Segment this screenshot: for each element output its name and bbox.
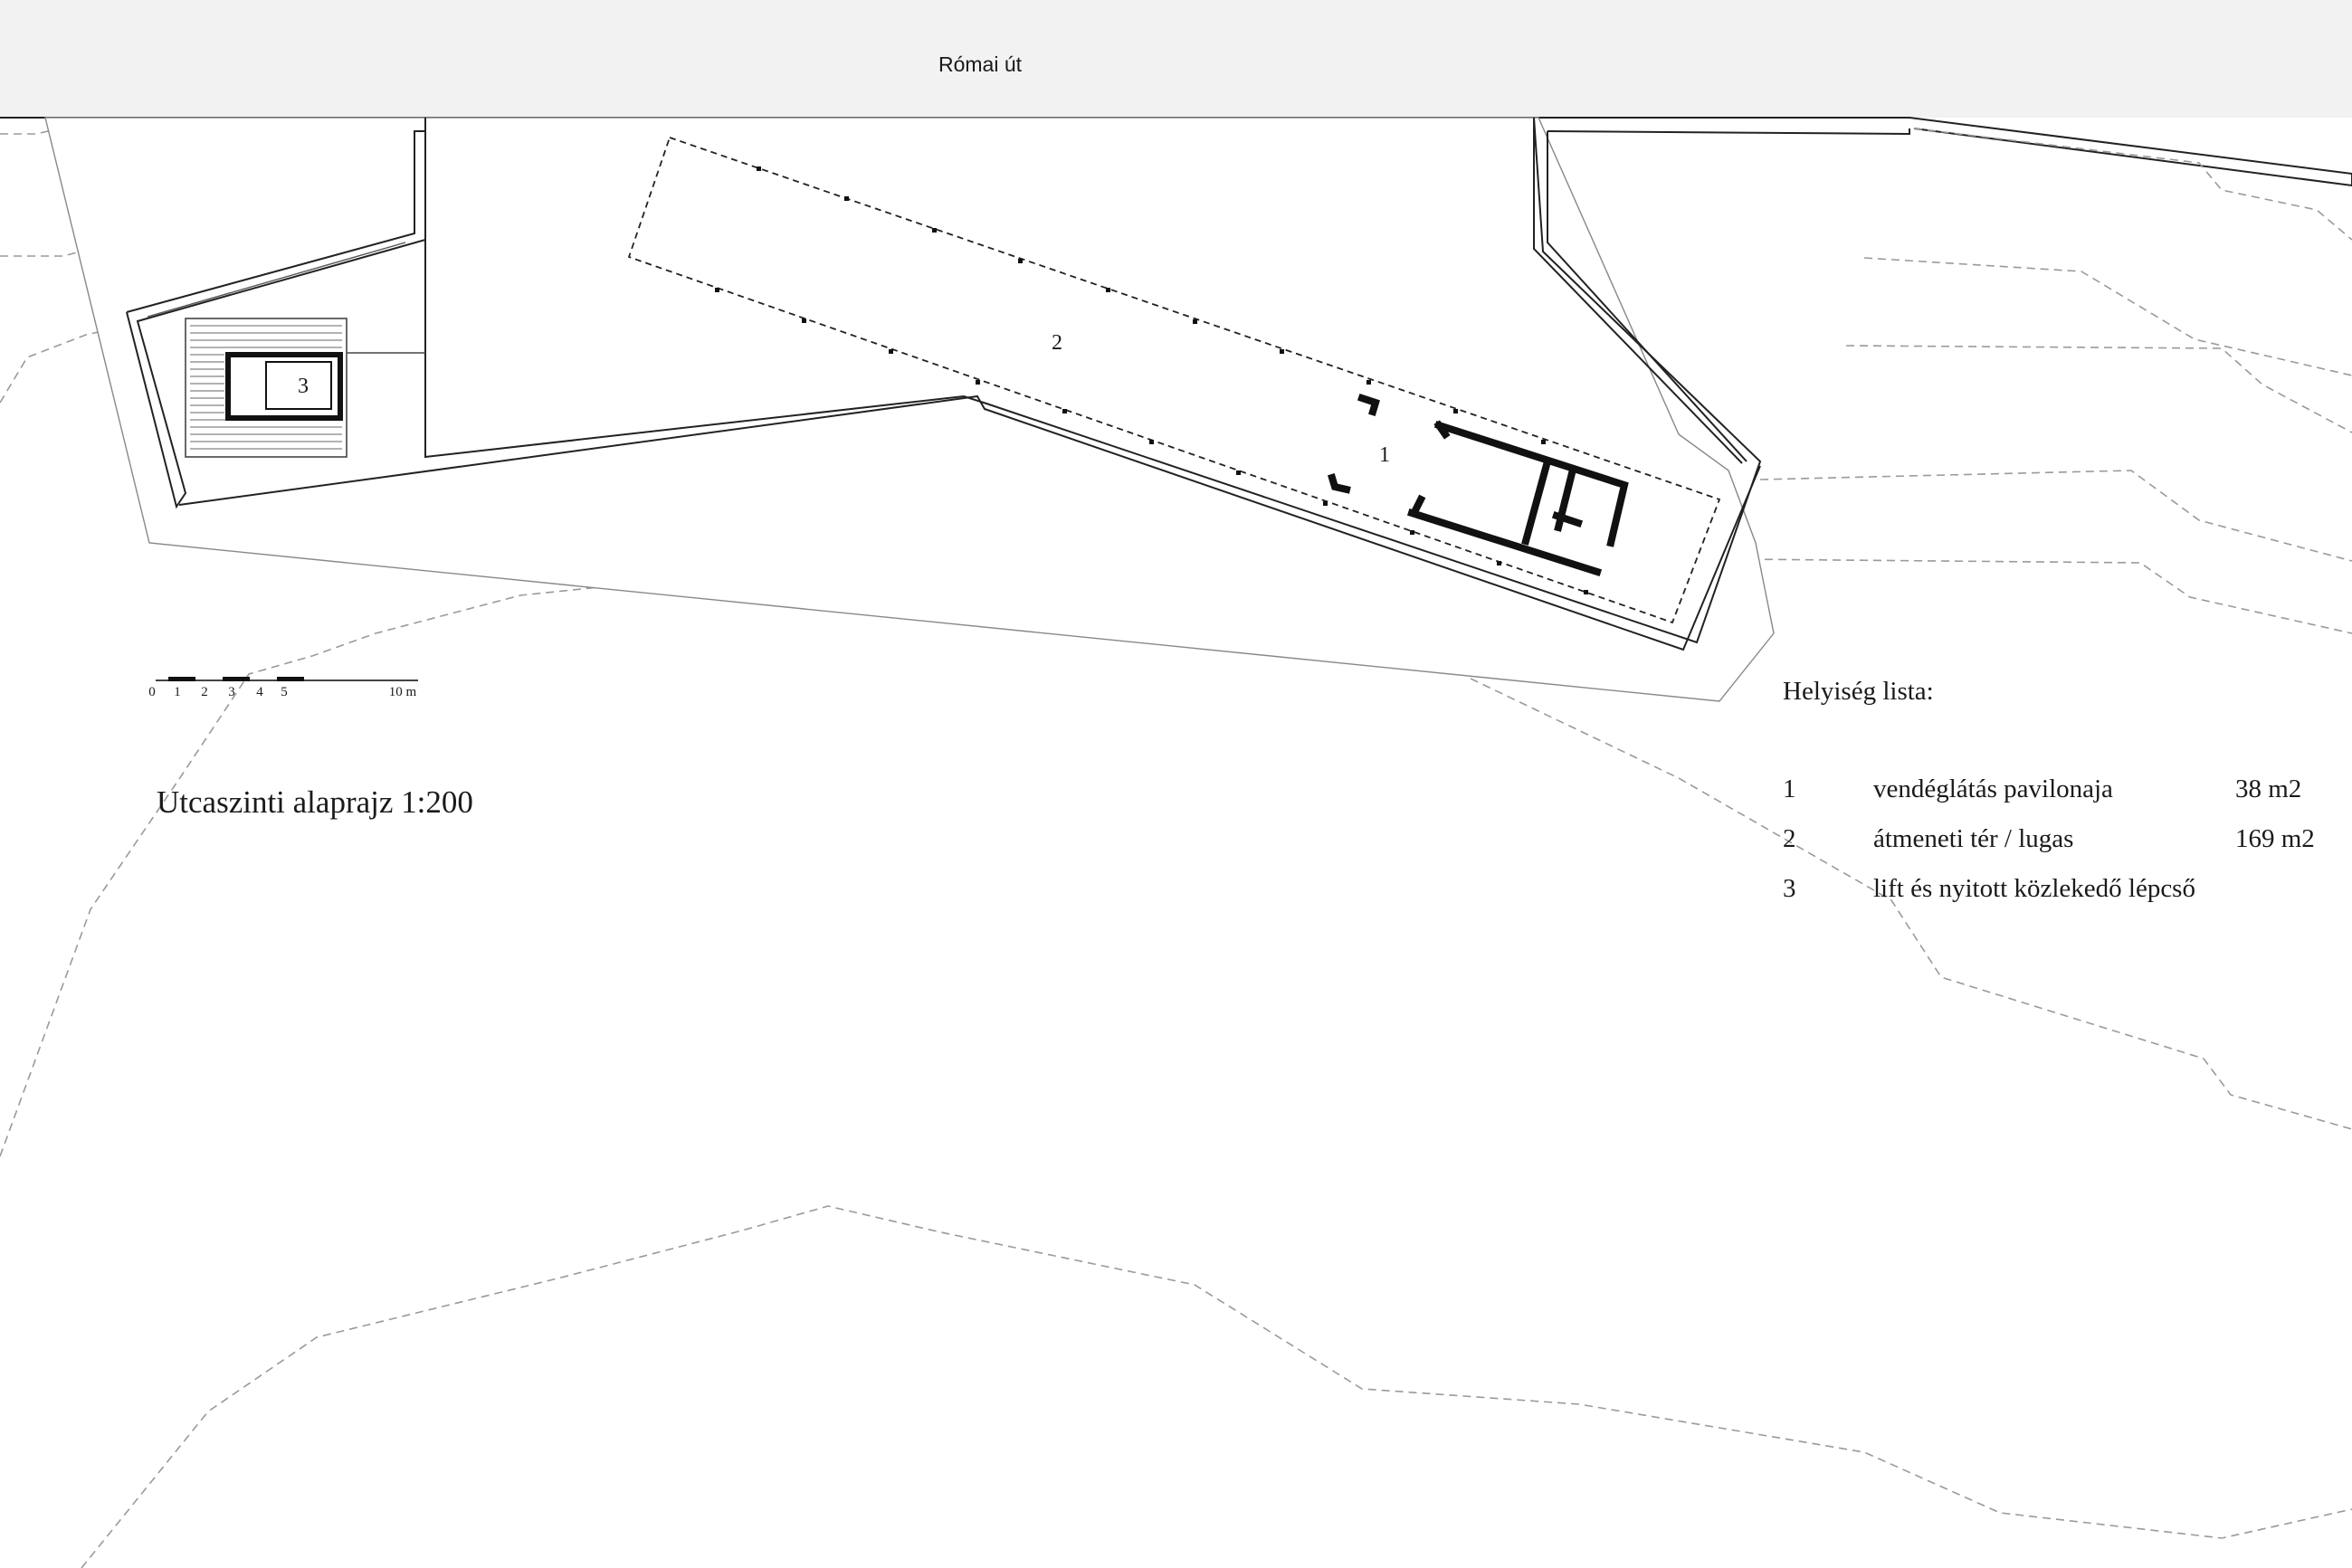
legend-item-area: 38 m2 <box>2235 774 2301 803</box>
room-3-label: 3 <box>298 375 309 398</box>
scale-bar-segment <box>277 677 304 681</box>
room-legend: Helyiség lista: 1 vendéglátás pavilonaja… <box>1783 677 2315 903</box>
legend-item-number: 1 <box>1783 774 1796 803</box>
pavilion-wall <box>1411 494 1426 514</box>
floor-plan-drawing: Római út 3 2 1 0 1 2 3 4 5 10 m Utcaszin… <box>0 0 2352 1568</box>
contour-line <box>1845 345 2352 433</box>
legend-item-number: 2 <box>1783 824 1796 853</box>
scale-bar-segment <box>168 677 195 681</box>
legend-item-number: 3 <box>1783 874 1796 903</box>
legend-title: Helyiség lista: <box>1783 677 1934 706</box>
contour-line <box>1759 470 2352 562</box>
scale-bar-tick-label: 3 <box>228 685 235 699</box>
scale-bar-tick-label: 5 <box>281 685 288 699</box>
room-1-label: 1 <box>1379 443 1390 467</box>
scale-bar: 0 1 2 3 4 5 10 m <box>148 677 418 699</box>
legend-item-name: lift és nyitott közlekedő lépcső <box>1873 874 2195 903</box>
scale-bar-tick-label: 2 <box>201 685 208 699</box>
contour-line <box>1470 678 2352 1130</box>
scale-bar-end-label: 10 m <box>389 685 417 699</box>
contour-line <box>1737 558 2352 634</box>
legend-item-name: átmeneti tér / lugas <box>1873 824 2073 853</box>
legend-item-name: vendéglátás pavilonaja <box>1873 774 2113 803</box>
east-block-outer-wall-top <box>1547 128 1910 136</box>
scale-bar-tick-label: 1 <box>174 685 181 699</box>
contour-line <box>1863 257 2352 376</box>
contour-line <box>0 583 634 1157</box>
scale-bar-segment <box>223 677 250 681</box>
room-2-label: 2 <box>1052 331 1062 355</box>
street-band <box>0 0 2352 118</box>
contour-line <box>81 1205 2352 1568</box>
scale-bar-tick-label: 0 <box>148 685 156 699</box>
drawing-title: Utcaszinti alaprajz 1:200 <box>157 784 473 820</box>
legend-item-area: 169 m2 <box>2235 824 2315 853</box>
contour-line <box>0 248 91 257</box>
scale-bar-tick-label: 4 <box>256 685 263 699</box>
street-name-label: Római út <box>938 52 1023 76</box>
